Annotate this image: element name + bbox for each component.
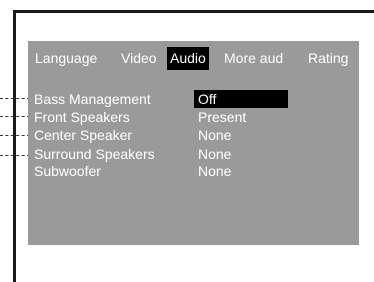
leader-line-center xyxy=(0,135,30,136)
osd-screen: Language Video Audio More aud Rating Bas… xyxy=(28,41,359,245)
setting-row-bass-management[interactable]: Bass Management Off xyxy=(28,90,359,108)
setting-row-subwoofer[interactable]: Subwoofer None xyxy=(28,162,359,180)
setting-row-front-speakers[interactable]: Front Speakers Present xyxy=(28,108,359,126)
setting-row-surround-speakers[interactable]: Surround Speakers None xyxy=(28,145,359,163)
tab-bar: Language Video Audio More aud Rating xyxy=(28,47,359,70)
tab-more-audio[interactable]: More aud xyxy=(221,47,286,70)
setting-label: Surround Speakers xyxy=(34,146,155,162)
tab-audio[interactable]: Audio xyxy=(167,47,209,70)
setting-label: Front Speakers xyxy=(34,109,130,125)
setting-value[interactable]: Off xyxy=(194,90,288,108)
setting-value[interactable]: None xyxy=(194,162,288,180)
setting-value[interactable]: None xyxy=(194,145,288,163)
setting-value[interactable]: Present xyxy=(194,108,288,126)
tab-language[interactable]: Language xyxy=(32,47,100,70)
tab-rating[interactable]: Rating xyxy=(305,47,351,70)
tab-video[interactable]: Video xyxy=(118,47,160,70)
setting-value[interactable]: None xyxy=(194,126,288,144)
setting-row-center-speaker[interactable]: Center Speaker None xyxy=(28,126,359,144)
setting-label: Subwoofer xyxy=(34,163,101,179)
leader-line-front xyxy=(0,116,30,117)
setting-label: Center Speaker xyxy=(34,127,133,143)
leader-line-surround xyxy=(0,155,30,156)
leader-line-bass xyxy=(0,98,30,99)
setting-label: Bass Management xyxy=(34,91,151,107)
